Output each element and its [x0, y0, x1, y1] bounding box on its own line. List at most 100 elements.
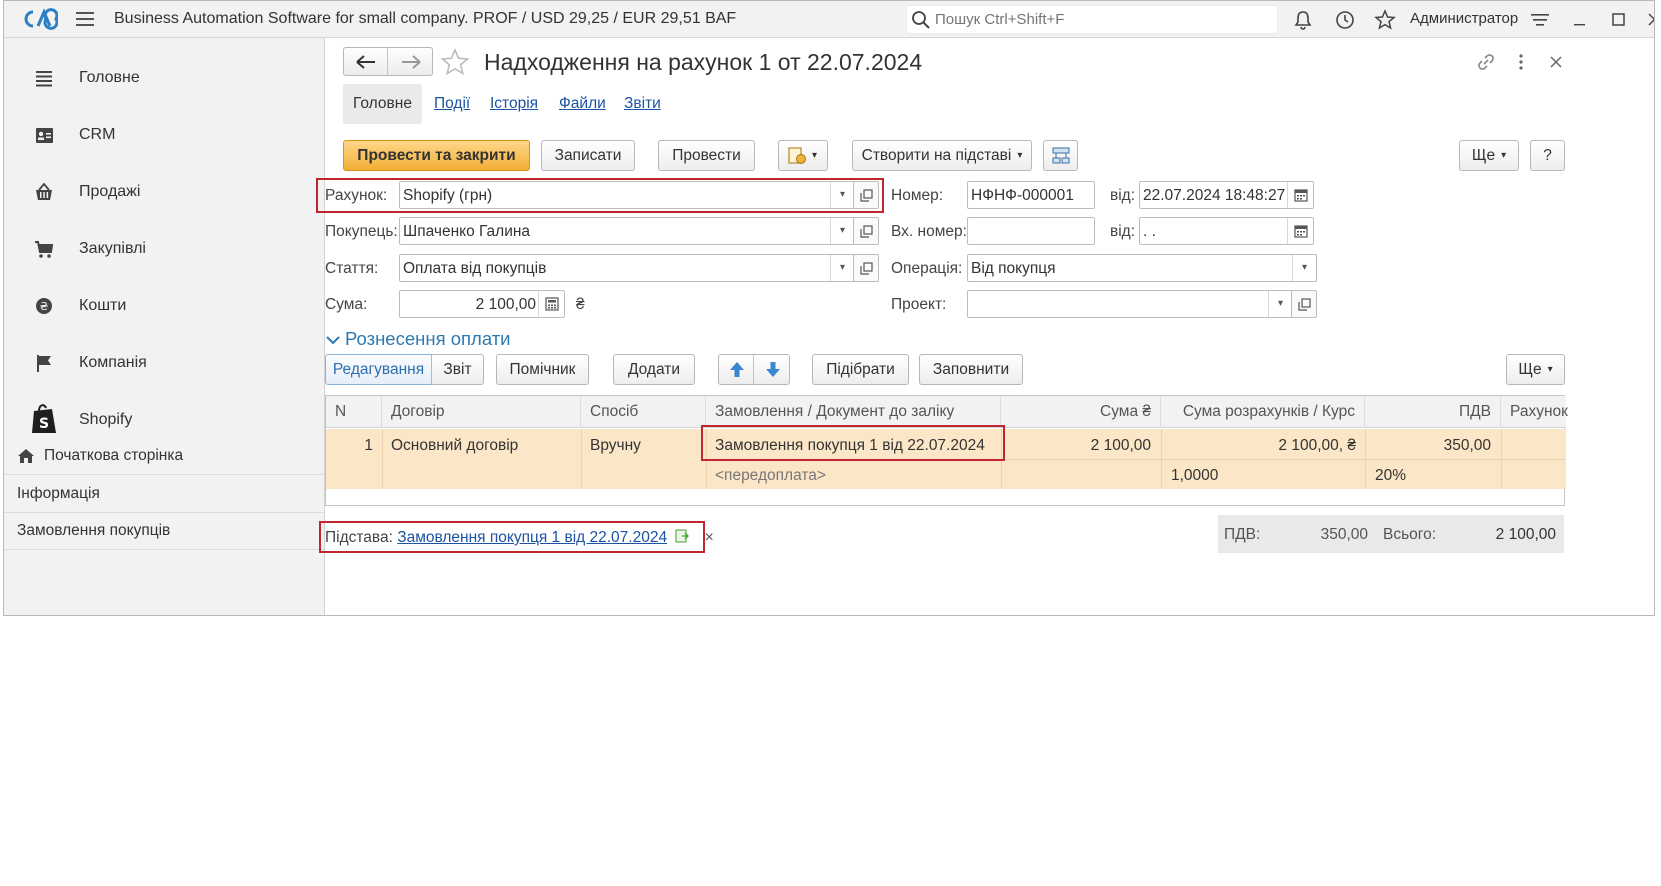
- number-field[interactable]: НФНФ-000001: [967, 181, 1095, 209]
- tab-files[interactable]: Файли: [559, 84, 606, 124]
- forward-button[interactable]: [389, 48, 433, 75]
- sidebar-item-label: Кошти: [79, 297, 127, 314]
- date-picker-button[interactable]: [1287, 182, 1313, 208]
- sidebar-item-main[interactable]: Головне: [4, 50, 324, 106]
- column-header[interactable]: Сума розрахунків / Курс: [1161, 396, 1365, 428]
- project-open-button[interactable]: [1291, 290, 1317, 318]
- vat-cell[interactable]: 350,00: [1365, 437, 1491, 455]
- column-header[interactable]: Сума ₴: [1001, 396, 1161, 428]
- method-cell[interactable]: Вручну: [590, 437, 641, 455]
- tab-reports[interactable]: Звіти: [624, 84, 661, 124]
- chevron-down-icon[interactable]: ▾: [1268, 291, 1292, 317]
- tab-history[interactable]: Історія: [490, 84, 538, 124]
- tab-events[interactable]: Події: [434, 84, 470, 124]
- cart-icon: [35, 241, 54, 258]
- tab-editing[interactable]: Редагування: [325, 354, 432, 385]
- search-box[interactable]: [906, 5, 1278, 34]
- rate-cell[interactable]: 1,0000: [1171, 467, 1218, 485]
- sidebar-item-sales[interactable]: Продажі: [4, 164, 324, 220]
- operation-field[interactable]: Від покупця ▾: [967, 254, 1317, 282]
- more-vertical-icon[interactable]: [1511, 52, 1531, 72]
- sum-cell[interactable]: 2 100,00: [1001, 437, 1151, 455]
- move-down-button[interactable]: [755, 355, 790, 384]
- nav-buttons: [343, 47, 433, 76]
- structure-button[interactable]: [1043, 140, 1078, 171]
- app-title: Business Automation Software for small c…: [114, 10, 737, 27]
- tab-report[interactable]: Звіт: [431, 354, 484, 385]
- column-header[interactable]: Договір: [382, 396, 581, 428]
- sidebar-item-company[interactable]: Компанія: [4, 335, 324, 391]
- sidebar-item-purchases[interactable]: Закупівлі: [4, 221, 324, 277]
- create-based-on-button[interactable]: Створити на підставі ▾: [852, 140, 1032, 171]
- post-and-close-button[interactable]: Провести та закрити: [343, 140, 530, 171]
- chevron-down-icon: ▾: [1547, 364, 1553, 375]
- buyer-open-button[interactable]: [853, 217, 879, 245]
- fill-button[interactable]: Заповнити: [919, 354, 1023, 385]
- sum-field[interactable]: 2 100,00: [399, 290, 565, 318]
- minimize-icon[interactable]: [1569, 9, 1591, 31]
- incoming-date-field[interactable]: . .: [1139, 217, 1314, 245]
- prepayment-cell[interactable]: <передоплата>: [715, 467, 826, 485]
- payment-allocation-section[interactable]: Рознесення оплати: [325, 328, 511, 350]
- incoming-number-field[interactable]: [967, 217, 1095, 245]
- calculator-button[interactable]: [538, 291, 564, 317]
- add-button[interactable]: Додати: [613, 354, 695, 385]
- contract-cell[interactable]: Основний договір: [391, 437, 518, 455]
- sum-label: Сума:: [325, 296, 368, 313]
- column-header[interactable]: Замовлення / Документ до заліку: [706, 396, 1001, 428]
- open-window-icon: [1298, 298, 1311, 311]
- sidebar-link-info[interactable]: Інформація: [4, 475, 324, 513]
- user-name[interactable]: Администратор: [1410, 10, 1518, 27]
- close-window-icon[interactable]: [1644, 9, 1655, 31]
- chevron-down-icon[interactable]: ▾: [830, 255, 854, 281]
- favorites-star-icon[interactable]: [1374, 9, 1396, 31]
- bell-icon[interactable]: [1292, 9, 1314, 31]
- history-icon[interactable]: [1334, 9, 1356, 31]
- settlement-sum-cell[interactable]: 2 100,00, ₴: [1161, 437, 1356, 455]
- back-button[interactable]: [344, 48, 388, 75]
- maximize-icon[interactable]: [1608, 9, 1630, 31]
- coin-icon: ₴: [36, 298, 52, 314]
- project-field[interactable]: ▾: [967, 290, 1293, 318]
- column-header[interactable]: N: [326, 396, 382, 428]
- close-form-icon[interactable]: [1546, 52, 1566, 72]
- save-button[interactable]: Записати: [541, 140, 635, 171]
- main-menu-icon[interactable]: [74, 9, 96, 29]
- post-button[interactable]: Провести: [658, 140, 755, 171]
- totals-panel: ПДВ: 350,00 Всього: 2 100,00: [1218, 515, 1564, 553]
- date-picker-button[interactable]: [1287, 218, 1313, 244]
- column-header[interactable]: Рахунок: [1501, 396, 1568, 428]
- tab-main[interactable]: Головне: [343, 84, 422, 124]
- buyer-field[interactable]: Шпаченко Галина ▾: [399, 217, 855, 245]
- column-header[interactable]: Спосіб: [581, 396, 706, 428]
- search-input[interactable]: [935, 9, 1265, 30]
- link-icon[interactable]: [1476, 52, 1496, 72]
- sidebar-link-home[interactable]: Початкова сторінка: [4, 437, 324, 475]
- settings-lines-icon[interactable]: [1529, 9, 1551, 31]
- sidebar-link-customer-orders[interactable]: Замовлення покупців: [4, 512, 324, 550]
- grand-total-value: 2 100,00: [1495, 526, 1556, 543]
- sidebar-item-label: Закупівлі: [79, 240, 146, 257]
- chevron-down-icon[interactable]: ▾: [1292, 255, 1316, 281]
- sidebar-item-crm[interactable]: CRM: [4, 107, 324, 163]
- helper-button[interactable]: Помічник: [496, 354, 589, 385]
- favorite-star-icon[interactable]: [440, 48, 470, 76]
- date-field[interactable]: 22.07.2024 18:48:27: [1139, 181, 1314, 209]
- pick-button[interactable]: Підібрати: [812, 354, 909, 385]
- structure-icon: [1052, 147, 1070, 164]
- clear-basis-icon[interactable]: ×: [705, 529, 714, 546]
- chevron-down-icon[interactable]: ▾: [830, 218, 854, 244]
- section-more-button[interactable]: Ще ▾: [1506, 354, 1565, 385]
- article-open-button[interactable]: [853, 254, 879, 282]
- print-menu-button[interactable]: ▾: [778, 140, 828, 171]
- vat-rate-cell[interactable]: 20%: [1375, 467, 1406, 485]
- sidebar-item-funds[interactable]: ₴ Кошти: [4, 278, 324, 334]
- more-actions-button[interactable]: Ще ▾: [1459, 140, 1519, 171]
- article-field[interactable]: Оплата від покупців ▾: [399, 254, 855, 282]
- move-up-button[interactable]: [719, 355, 754, 384]
- sidebar-item-label: Компанія: [79, 354, 147, 371]
- help-button[interactable]: ?: [1530, 140, 1565, 171]
- chevron-down-icon: ▾: [812, 150, 818, 161]
- incoming-date-value: . .: [1143, 223, 1156, 240]
- column-header[interactable]: ПДВ: [1365, 396, 1501, 428]
